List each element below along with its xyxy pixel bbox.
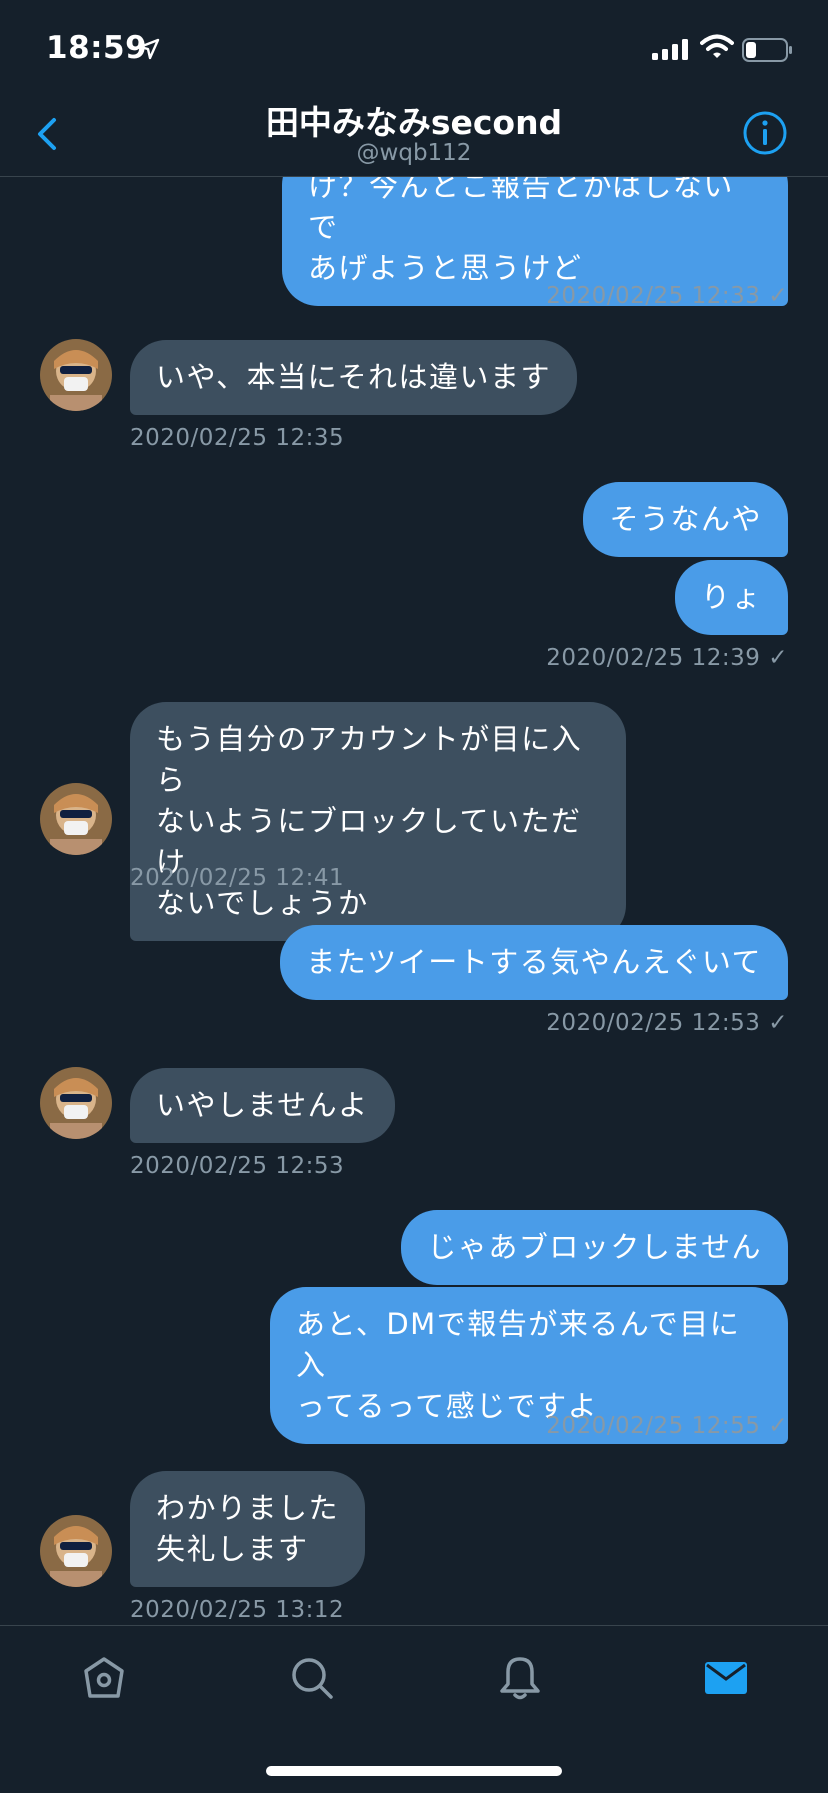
received-message[interactable]: いや、本当にそれは違います (130, 340, 578, 415)
status-bar: 18:59 (0, 0, 828, 100)
message-timestamp: 2020/02/25 12:53 ✓ (546, 1010, 788, 1036)
conversation-header: 田中みなみsecond @wqb112 (0, 92, 828, 177)
message-timestamp: 2020/02/25 12:39 ✓ (546, 645, 788, 671)
message-timestamp: 2020/02/25 12:53 (130, 1153, 345, 1179)
message-list[interactable]: け？今んとこ報告とかはしないで あげようと思うけど 2020/02/25 12:… (0, 177, 828, 1625)
messages-envelope-icon[interactable] (702, 1654, 750, 1702)
home-icon[interactable] (80, 1654, 128, 1702)
sent-message[interactable]: じゃあブロックしません (401, 1210, 788, 1285)
battery-icon (742, 38, 792, 62)
avatar[interactable] (40, 1067, 112, 1139)
avatar-image (40, 783, 112, 855)
message-timestamp: 2020/02/25 13:12 (130, 1597, 345, 1623)
location-arrow-icon (138, 38, 160, 60)
avatar[interactable] (40, 783, 112, 855)
tab-bar (0, 1625, 828, 1793)
message-timestamp: 2020/02/25 12:55 ✓ (546, 1413, 788, 1439)
wifi-icon (700, 34, 734, 58)
search-icon[interactable] (288, 1654, 336, 1702)
message-timestamp: 2020/02/25 12:41 (130, 865, 345, 891)
message-timestamp: 2020/02/25 12:33 ✓ (546, 283, 788, 309)
received-message[interactable]: いやしませんよ (130, 1068, 395, 1143)
avatar[interactable] (40, 339, 112, 411)
avatar-image (40, 339, 112, 411)
notifications-bell-icon[interactable] (496, 1654, 544, 1702)
avatar-image (40, 1067, 112, 1139)
cellular-signal-icon (652, 39, 688, 60)
sent-message[interactable]: りょ (674, 560, 788, 635)
status-time: 18:59 (46, 30, 148, 66)
avatar-image (40, 1515, 112, 1587)
conversation-handle: @wqb112 (356, 140, 472, 166)
sent-message[interactable]: そうなんや (583, 482, 788, 557)
home-indicator[interactable] (266, 1766, 562, 1776)
avatar[interactable] (40, 1515, 112, 1587)
info-icon[interactable] (742, 110, 788, 156)
received-message[interactable]: もう自分のアカウントが目に入ら ないようにブロックしていただけ ないでしょうか (130, 702, 626, 941)
received-message[interactable]: わかりました 失礼します (130, 1471, 366, 1587)
sent-message[interactable]: またツイートする気やんえぐいて (280, 925, 788, 1000)
message-timestamp: 2020/02/25 12:35 (130, 425, 345, 451)
conversation-title[interactable]: 田中みなみsecond (0, 96, 828, 144)
